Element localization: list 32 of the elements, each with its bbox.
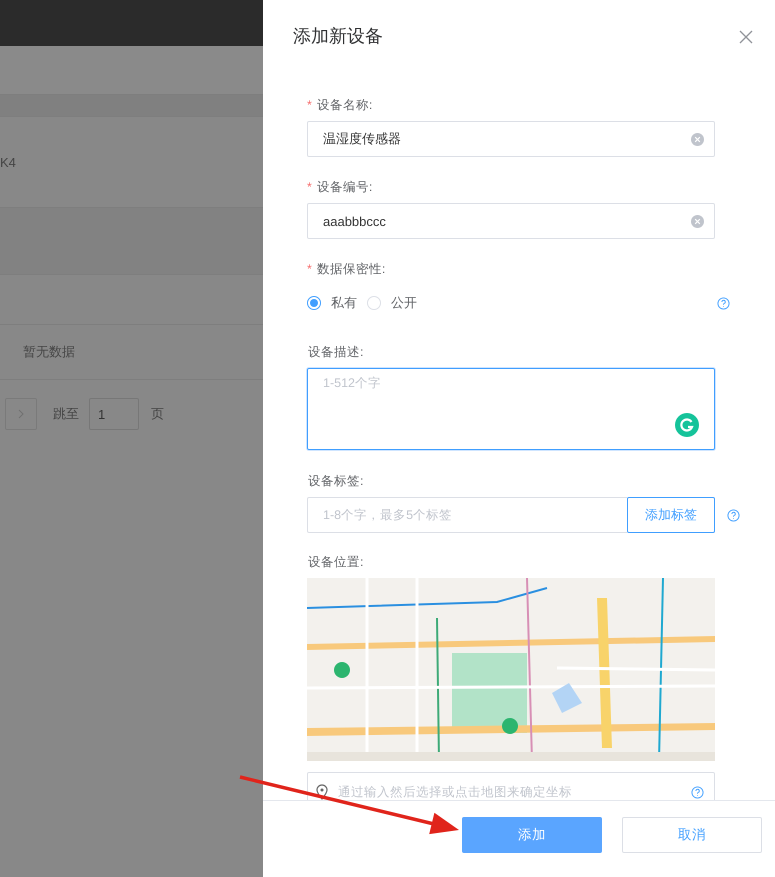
chevron-right-icon — [18, 409, 24, 419]
page-suffix: 页 — [151, 405, 164, 423]
help-icon[interactable] — [717, 296, 730, 310]
close-button[interactable] — [739, 30, 753, 44]
text-field[interactable]: 温湿度传感器 — [307, 121, 715, 157]
field-label: 设备标签: — [308, 473, 364, 490]
add-tag-button[interactable]: 添加标签 — [627, 497, 715, 533]
clear-icon[interactable] — [691, 214, 704, 228]
text-field[interactable]: aaabbbccc — [307, 203, 715, 239]
required-mark: * — [307, 261, 312, 278]
field-label: 设备描述: — [308, 344, 364, 361]
field-label: 设备位置: — [308, 554, 364, 571]
table-cell: K4 — [0, 154, 16, 170]
page-input[interactable]: 1 — [89, 398, 139, 430]
description-field[interactable]: 1-512个字 — [307, 368, 715, 450]
radio-option[interactable]: 私有 — [307, 294, 357, 312]
help-icon[interactable] — [727, 508, 740, 522]
field-label: 设备编号: — [316, 179, 372, 196]
jump-label: 跳至 — [53, 405, 79, 423]
cancel-button[interactable]: 取消 — [622, 817, 762, 853]
tag-field[interactable]: 1-8个字，最多5个标签 — [307, 497, 627, 533]
radio-option[interactable]: 公开 — [367, 294, 417, 312]
required-mark: * — [307, 97, 312, 114]
field-label: 数据保密性: — [316, 261, 386, 278]
add-button[interactable]: 添加 — [462, 817, 602, 853]
empty-text: 暂无数据 — [23, 343, 75, 361]
required-mark: * — [307, 179, 312, 196]
field-label: 设备名称: — [316, 97, 372, 114]
location-pin-icon — [316, 784, 328, 800]
drawer-title: 添加新设备 — [293, 25, 383, 48]
help-icon[interactable] — [691, 786, 704, 798]
clear-icon[interactable] — [691, 132, 704, 146]
